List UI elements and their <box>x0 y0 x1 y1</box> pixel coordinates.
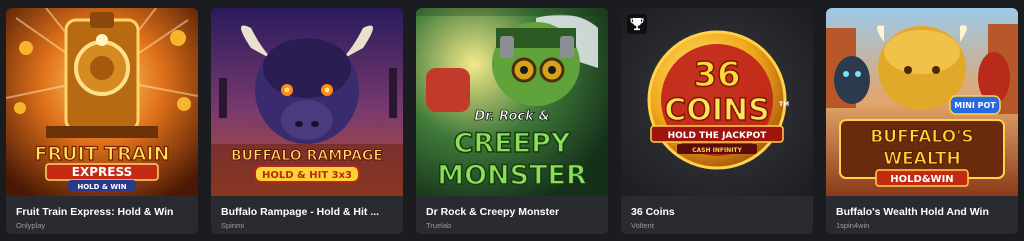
game-thumbnail[interactable]: FRUIT TRAIN EXPRESS HOLD & WIN <box>6 8 198 196</box>
art-title-line4: CASH INFINITY <box>692 147 742 154</box>
game-title[interactable]: Fruit Train Express: Hold & Win <box>16 206 190 218</box>
art-title-line1: Dr. Rock & <box>474 109 549 124</box>
game-card[interactable]: FRUIT TRAIN EXPRESS HOLD & WIN Fruit Tra… <box>6 8 198 234</box>
art-title-line1: BUFFALO'S <box>870 127 973 147</box>
game-thumbnail[interactable]: MINI POT BUFFALO'S WEALTH HOLD&WIN <box>826 8 1018 196</box>
art-title-line3: HOLD THE JACKPOT <box>668 131 768 141</box>
game-provider: Spinmi <box>221 221 244 230</box>
fruit-train-art: FRUIT TRAIN EXPRESS HOLD & WIN <box>6 8 198 196</box>
trophy-icon <box>630 18 644 31</box>
dr-rock-art: Dr. Rock & CREEPY MONSTER <box>416 8 608 196</box>
36-coins-art: 36 COINS TM HOLD THE JACKPOT CASH INFINI… <box>621 8 813 196</box>
game-thumbnail[interactable]: Dr. Rock & CREEPY MONSTER <box>416 8 608 196</box>
game-title[interactable]: Dr Rock & Creepy Monster <box>426 206 600 218</box>
art-title-line3: HOLD&WIN <box>890 174 953 185</box>
buffalos-wealth-art: MINI POT BUFFALO'S WEALTH HOLD&WIN <box>826 8 1018 196</box>
game-card[interactable]: Dr. Rock & CREEPY MONSTER Dr Rock & Cree… <box>416 8 608 234</box>
art-title-line2: WEALTH <box>883 149 960 169</box>
game-meta: Fruit Train Express: Hold & Win Onlyplay <box>6 196 198 234</box>
art-title-line3: MONSTER <box>437 160 587 191</box>
game-card[interactable]: BUFFALO RAMPAGE HOLD & HIT 3x3 Buffalo R… <box>211 8 403 234</box>
game-meta: Dr Rock & Creepy Monster Truelab <box>416 196 608 234</box>
game-meta: Buffalo Rampage - Hold & Hit ... Spinmi <box>211 196 403 234</box>
games-row: FRUIT TRAIN EXPRESS HOLD & WIN Fruit Tra… <box>0 0 1024 241</box>
game-meta: Buffalo's Wealth Hold And Win 1spin4win <box>826 196 1018 234</box>
game-provider: Onlyplay <box>16 221 46 230</box>
art-badge: MINI POT <box>954 101 996 110</box>
art-title-line2: HOLD & HIT 3x3 <box>262 170 352 181</box>
game-card[interactable]: MINI POT BUFFALO'S WEALTH HOLD&WIN Buffa… <box>826 8 1018 234</box>
art-title-line1: BUFFALO RAMPAGE <box>231 148 383 164</box>
art-trademark: TM <box>779 101 789 108</box>
game-provider: Voltent <box>631 221 654 230</box>
art-title-line2: EXPRESS <box>72 165 132 179</box>
game-card[interactable]: 36 COINS TM HOLD THE JACKPOT CASH INFINI… <box>621 8 813 234</box>
art-title-line2: COINS <box>664 93 769 128</box>
game-title[interactable]: Buffalo's Wealth Hold And Win <box>836 206 1010 218</box>
buffalo-rampage-art: BUFFALO RAMPAGE HOLD & HIT 3x3 <box>211 8 403 196</box>
trophy-badge <box>627 14 647 34</box>
game-title[interactable]: 36 Coins <box>631 206 805 218</box>
art-title-line2: CREEPY <box>454 128 571 159</box>
game-provider: Truelab <box>426 221 452 230</box>
art-title-line3: HOLD & WIN <box>77 183 126 191</box>
art-title-line1: 36 <box>693 55 740 95</box>
game-provider: 1spin4win <box>836 221 870 230</box>
game-thumbnail[interactable]: 36 COINS TM HOLD THE JACKPOT CASH INFINI… <box>621 8 813 196</box>
game-thumbnail[interactable]: BUFFALO RAMPAGE HOLD & HIT 3x3 <box>211 8 403 196</box>
game-meta: 36 Coins Voltent <box>621 196 813 234</box>
art-title-line1: FRUIT TRAIN <box>35 143 170 165</box>
game-title[interactable]: Buffalo Rampage - Hold & Hit ... <box>221 206 395 218</box>
